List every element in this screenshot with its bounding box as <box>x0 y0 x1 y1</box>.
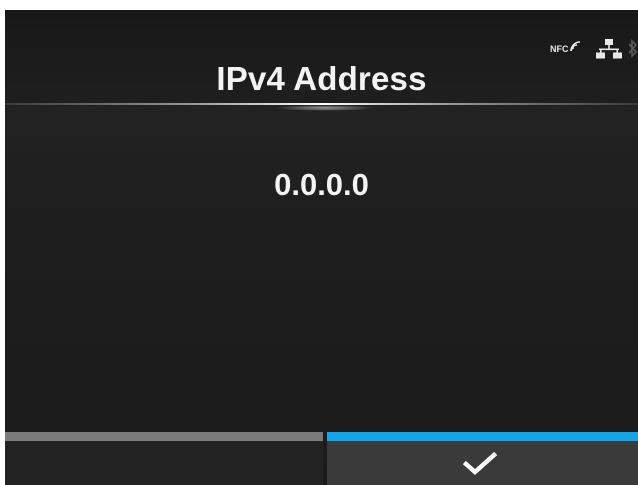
left-soft-button[interactable] <box>5 432 323 485</box>
right-button-indicator <box>327 432 638 441</box>
status-icons: NFC <box>550 38 638 60</box>
page-title: IPv4 Address <box>216 60 427 97</box>
bottom-button-bar <box>5 432 638 485</box>
check-icon <box>462 451 498 481</box>
left-button-indicator <box>5 432 323 441</box>
divider-glow <box>275 105 375 111</box>
ipv4-address-value: 0.0.0.0 <box>274 167 369 202</box>
network-icon <box>596 39 622 59</box>
bluetooth-icon <box>628 38 638 60</box>
confirm-button[interactable] <box>327 432 638 485</box>
nfc-icon: NFC <box>550 39 590 59</box>
header: NFC IPv4 Address <box>5 10 638 111</box>
nfc-label: NFC <box>550 44 569 54</box>
printer-screen: NFC IPv4 Address 0.0.0.0 <box>5 10 638 485</box>
